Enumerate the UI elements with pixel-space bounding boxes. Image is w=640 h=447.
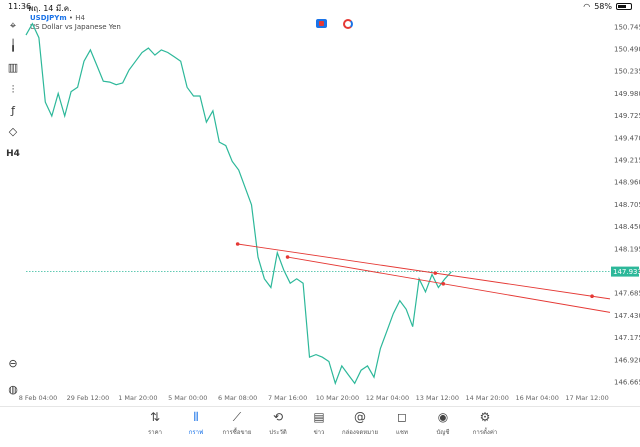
nav-news-icon: ▤: [313, 410, 325, 424]
y-tick-label: 147.175: [614, 334, 640, 342]
trendline-1-mid-point: [433, 271, 438, 275]
nav-chart-label: กราฟ: [188, 429, 204, 436]
y-tick-label: 148.705: [614, 201, 640, 209]
nav-quotes-label: ราคา: [148, 429, 162, 436]
nav-trade-icon: ⟋: [232, 410, 242, 424]
trendline-1-start-point: [235, 242, 240, 246]
x-tick-label: 5 Mar 00:00: [168, 394, 207, 402]
nav-mailbox[interactable]: @ กล่องจดหมาย: [340, 410, 380, 437]
x-tick-label: 13 Mar 12:00: [416, 394, 459, 402]
y-tick-label: 149.725: [614, 112, 640, 120]
bottom-nav: ⇅ ราคา ⦀ กราฟ ⟋ การซื้อขาย ⟲ ประวัติ ▤ ข่าว @ กล่อง…: [0, 406, 640, 447]
trendline-2-mid-point: [441, 281, 446, 286]
price-series-line: [25, 22, 452, 386]
nav-chart-icon: ⦀: [193, 410, 199, 424]
current-price-label: 147.933: [613, 268, 640, 276]
x-tick-label: 8 Feb 04:00: [19, 394, 58, 402]
x-tick-label: 7 Mar 16:00: [268, 394, 307, 402]
nav-chat-label: แชท: [396, 429, 408, 436]
x-tick-label: 1 Mar 20:00: [118, 394, 157, 402]
y-tick-label: 148.195: [614, 245, 640, 253]
x-tick-label: 6 Mar 08:00: [218, 394, 257, 402]
y-tick-label: 150.490: [614, 45, 640, 53]
x-tick-label: 12 Mar 04:00: [366, 394, 409, 402]
nav-account[interactable]: ◉ บัญชี: [423, 410, 463, 437]
y-tick-label: 150.745: [614, 23, 640, 31]
y-tick-label: 146.665: [614, 378, 640, 386]
x-tick-label: 16 Mar 04:00: [515, 394, 558, 402]
nav-trade-label: การซื้อขาย: [222, 429, 252, 436]
y-tick-label: 147.430: [614, 312, 640, 320]
nav-history-icon: ⟲: [272, 410, 284, 424]
x-tick-label: 14 Mar 20:00: [466, 394, 509, 402]
y-tick-label: 149.215: [614, 156, 640, 164]
x-tick-label: 29 Feb 12:00: [67, 394, 110, 402]
y-tick-label: 150.235: [614, 68, 640, 76]
nav-mailbox-icon: @: [354, 410, 366, 424]
nav-chat-icon: ◻: [397, 410, 407, 424]
nav-account-label: บัญชี: [436, 429, 450, 436]
nav-news-label: ข่าว: [313, 429, 325, 436]
y-tick-label: 147.685: [614, 290, 640, 298]
nav-news[interactable]: ▤ ข่าว: [299, 410, 339, 437]
price-chart[interactable]: 150.745 150.490 150.235 149.980 149.725 149.4…: [0, 0, 640, 406]
y-tick-label: 148.960: [614, 179, 640, 187]
nav-quotes[interactable]: ⇅ ราคา: [135, 410, 175, 437]
nav-chart[interactable]: ⦀ กราฟ: [176, 410, 216, 437]
nav-chat[interactable]: ◻ แชท: [382, 410, 422, 437]
nav-settings[interactable]: ⚙ การตั้งค่า: [465, 410, 505, 437]
nav-history[interactable]: ⟲ ประวัติ: [258, 410, 298, 437]
y-tick-label: 149.470: [614, 134, 640, 142]
y-tick-label: 149.980: [614, 90, 640, 98]
trendline-2: [287, 256, 611, 313]
trendline-2-start-point: [285, 255, 290, 259]
nav-mailbox-label: กล่องจดหมาย: [341, 429, 379, 436]
x-tick-label: 17 Mar 12:00: [565, 394, 608, 402]
y-tick-label: 146.920: [614, 356, 640, 364]
nav-history-label: ประวัติ: [269, 429, 287, 436]
y-tick-label: 148.450: [614, 223, 640, 231]
nav-settings-icon: ⚙: [479, 410, 491, 424]
nav-settings-label: การตั้งค่า: [472, 429, 498, 436]
nav-trade[interactable]: ⟋ การซื้อขาย: [217, 410, 257, 437]
nav-quotes-icon: ⇅: [149, 410, 161, 424]
x-tick-label: 10 Mar 20:00: [316, 394, 359, 402]
trendline-1-end-point: [590, 294, 594, 299]
nav-account-icon: ◉: [437, 410, 449, 424]
